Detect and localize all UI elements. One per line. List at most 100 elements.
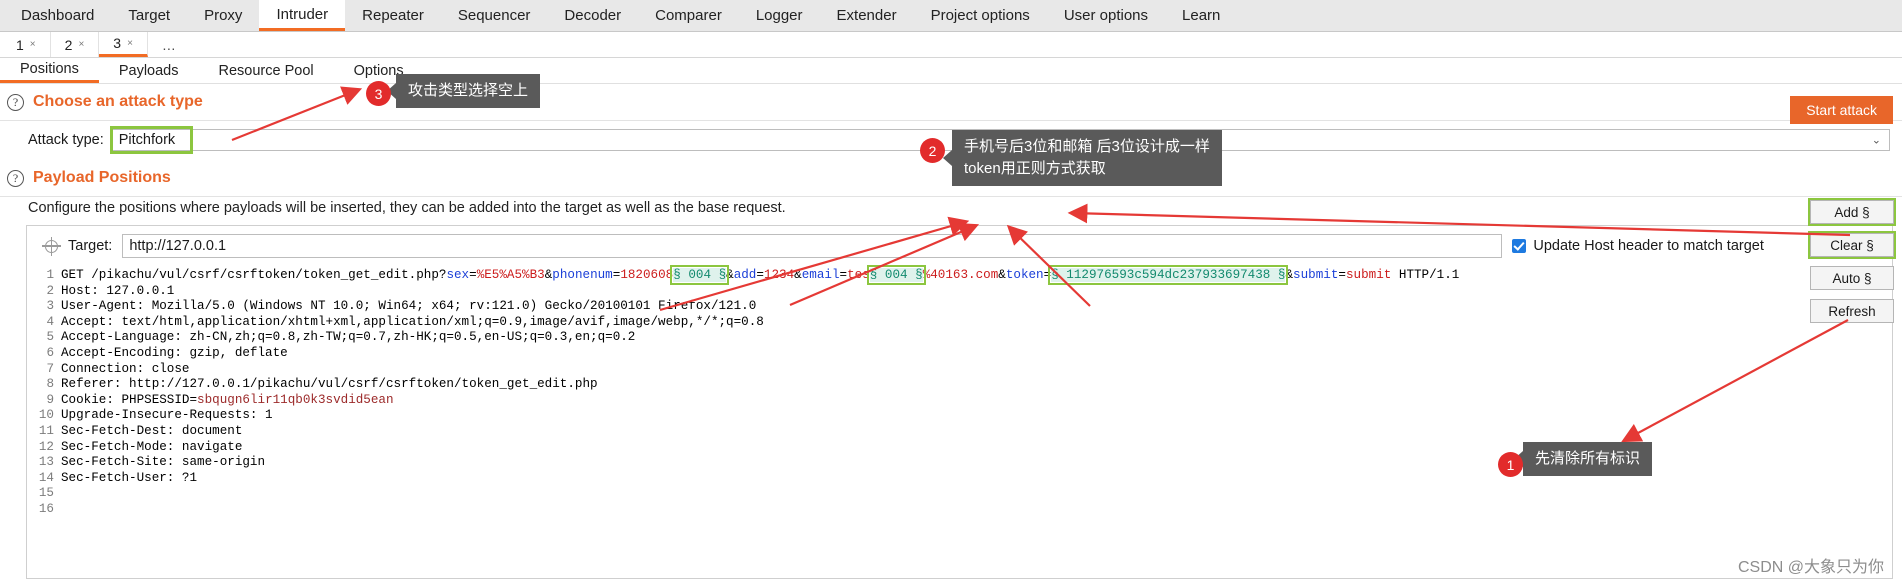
line-number: 2 [46, 283, 54, 298]
request-text: User-Agent: Mozilla/5.0 (Windows NT 10.0… [61, 299, 757, 314]
target-row: Target: http://127.0.0.1 Update Host hea… [27, 226, 1892, 266]
button-refresh[interactable]: Refresh [1810, 299, 1894, 323]
annotation-callout-2: 手机号后3位和邮箱 后3位设计成一样 token用正则方式获取 [943, 130, 1222, 186]
line-number: 9 [46, 392, 54, 407]
menu-item-comparer[interactable]: Comparer [638, 0, 739, 31]
request-line: 6 Accept-Encoding: gzip, deflate [27, 346, 1892, 362]
request-text: = [1338, 268, 1346, 282]
request-text: & [794, 268, 802, 282]
payload-marker: § 112976593c594dc237933697438 § [1048, 265, 1289, 285]
attack-tab-more[interactable]: … [148, 32, 191, 57]
request-line: 3 User-Agent: Mozilla/5.0 (Windows NT 10.… [27, 299, 1892, 315]
menu-item-target[interactable]: Target [111, 0, 187, 31]
request-text: 1820608 [620, 268, 674, 282]
line-number: 8 [46, 377, 54, 392]
annotation-callout-1: 先清除所有标识 [1513, 442, 1653, 476]
line-number: 7 [46, 361, 54, 376]
choose-attack-type-header: ? Choose an attack type [0, 84, 1902, 116]
positions-panel: Target: http://127.0.0.1 Update Host hea… [26, 225, 1893, 579]
request-text: Host: 127.0.0.1 [61, 283, 175, 298]
target-crosshair-icon [42, 236, 61, 256]
request-text: & [726, 268, 734, 282]
update-host-header-checkbox[interactable]: Update Host header to match target [1512, 238, 1770, 254]
button-auto[interactable]: Auto § [1810, 266, 1894, 290]
request-text: Sec-Fetch-Dest: document [61, 423, 243, 438]
menu-item-repeater[interactable]: Repeater [345, 0, 441, 31]
request-line: 16 [27, 502, 1892, 518]
request-editor[interactable]: 1 GET /pikachu/vul/csrf/csrftoken/token_g… [27, 265, 1892, 518]
attack-tab-1[interactable]: 1 × [2, 32, 51, 57]
line-number: 3 [46, 299, 54, 314]
payload-marker: § 004 § [866, 265, 926, 285]
menu-item-project-options[interactable]: Project options [914, 0, 1047, 31]
request-text: add [733, 268, 757, 282]
start-attack-button[interactable]: Start attack [1790, 96, 1893, 124]
attack-tab-strip: 1 × 2 × 3 ×… [0, 32, 1902, 58]
line-number: 5 [46, 330, 54, 345]
annotation-badge-2: 2 [920, 138, 945, 163]
tab-payloads[interactable]: Payloads [99, 58, 199, 83]
request-text: Sec-Fetch-Mode: navigate [61, 439, 243, 454]
request-text: Connection: close [61, 361, 190, 376]
annotation-badge-1: 1 [1498, 452, 1523, 477]
request-text: Accept-Language: zh-CN,zh;q=0.8,zh-TW;q=… [61, 330, 636, 345]
tab-positions[interactable]: Positions [0, 58, 99, 83]
request-line: 15 [27, 486, 1892, 502]
checkbox-icon [1512, 239, 1527, 253]
position-action-buttons: Add § Clear § Auto § Refresh [1808, 198, 1896, 323]
request-text: submit [1345, 268, 1392, 282]
menu-item-decoder[interactable]: Decoder [547, 0, 638, 31]
request-text: = [839, 268, 848, 282]
request-text: HTTP/1.1 [1391, 268, 1460, 282]
request-text: Referer: http://127.0.0.1/pikachu/vul/cs… [61, 377, 598, 392]
help-icon-payload[interactable]: ? [7, 169, 24, 187]
request-text: 1234 [763, 268, 795, 282]
annotation-callout-3: 攻击类型选择空上 [386, 74, 541, 108]
menu-item-logger[interactable]: Logger [739, 0, 820, 31]
chevron-down-icon: ⌄ [1871, 134, 1881, 147]
intruder-sub-tabs: Positions Payloads Resource Pool Options [0, 58, 1902, 84]
request-line: 8 Referer: http://127.0.0.1/pikachu/vul/c… [27, 377, 1892, 393]
menu-item-intruder[interactable]: Intruder [259, 0, 346, 31]
attack-tab-2[interactable]: 2 × [51, 32, 100, 57]
payload-positions-description: Configure the positions where payloads w… [28, 200, 786, 216]
attack-type-label: Attack type: [28, 132, 104, 148]
button-clear[interactable]: Clear § [1808, 231, 1896, 259]
watermark: CSDN @大象只为你 [1737, 559, 1884, 576]
menu-item-sequencer[interactable]: Sequencer [441, 0, 548, 31]
menu-item-learn[interactable]: Learn [1165, 0, 1237, 31]
request-text: & [1285, 268, 1294, 282]
request-line: 9 Cookie: PHPSESSID=sbqugn6lir11qb0k3svdi… [27, 393, 1892, 409]
request-text: Cookie: PHPSESSID= [61, 392, 198, 407]
menu-item-extender[interactable]: Extender [820, 0, 914, 31]
update-host-header-label: Update Host header to match target [1533, 238, 1764, 254]
request-text: phonenum [552, 268, 613, 282]
request-text: submit [1293, 268, 1339, 282]
attack-tab-label: 1 [16, 36, 24, 53]
request-text: email [801, 268, 840, 282]
line-number: 13 [38, 455, 54, 470]
request-text: Sec-Fetch-Site: same-origin [61, 455, 266, 470]
attack-type-value: Pitchfork [118, 132, 176, 148]
line-number: 1 [46, 268, 54, 282]
attack-tab-3[interactable]: 3 × [99, 32, 148, 57]
request-line: 4 Accept: text/html,application/xhtml+xml… [27, 315, 1892, 331]
tab-resource-pool[interactable]: Resource Pool [199, 58, 334, 83]
request-line: 2 Host: 127.0.0.1 [27, 284, 1892, 300]
request-text: = [756, 268, 764, 282]
button-add[interactable]: Add § [1808, 198, 1896, 226]
menu-item-proxy[interactable]: Proxy [187, 0, 259, 31]
request-text: = [469, 268, 477, 282]
menu-item-dashboard[interactable]: Dashboard [4, 0, 111, 31]
target-input[interactable]: http://127.0.0.1 [122, 234, 1503, 258]
help-icon[interactable]: ? [7, 93, 24, 111]
request-text: sex [446, 268, 470, 282]
close-icon[interactable]: × [78, 39, 84, 50]
close-icon[interactable]: × [30, 39, 36, 50]
close-icon[interactable]: × [127, 38, 133, 49]
request-text: Accept-Encoding: gzip, deflate [61, 345, 288, 360]
attack-tab-label: 3 [113, 35, 122, 51]
line-number: 11 [38, 423, 54, 438]
menu-item-user-options[interactable]: User options [1047, 0, 1165, 31]
request-text: GET /pikachu/vul/csrf/csrftoken/token_ge… [61, 268, 447, 282]
